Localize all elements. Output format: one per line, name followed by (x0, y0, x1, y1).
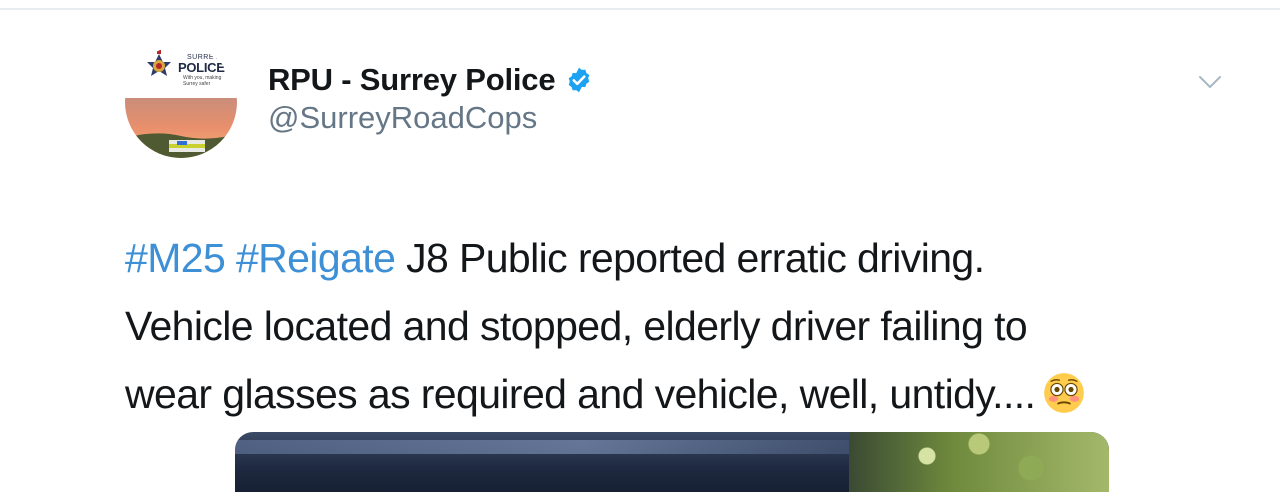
tweet-text-line-3-content: wear glasses as required and vehicle, we… (125, 371, 1036, 417)
author-display-name[interactable]: RPU - Surrey Police (268, 62, 556, 98)
hashtag-reigate[interactable]: #Reigate (236, 235, 396, 281)
tweet-media-photo[interactable] (235, 432, 1109, 492)
tweet-text-line-1-rest: J8 Public reported erratic driving. (395, 235, 985, 281)
verified-badge-icon (569, 67, 590, 93)
chevron-down-icon[interactable] (1196, 68, 1224, 96)
avatar[interactable]: SURREY POLICE With you, making Surrey sa… (125, 46, 237, 158)
hashtag-m25[interactable]: #M25 (125, 235, 226, 281)
avatar-text-slogan: With you, making Surrey safer (183, 75, 222, 87)
avatar-text-police: POLICE (178, 60, 225, 75)
tweet-text-line-1: #M25 #Reigate J8 Public reported erratic… (125, 224, 1205, 292)
tweet-text-line-3: wear glasses as required and vehicle, we… (125, 360, 1205, 428)
tweet-text-line-2: Vehicle located and stopped, elderly dri… (125, 303, 1028, 349)
flushed-face-emoji (1044, 373, 1085, 413)
media-photo-foliage (849, 432, 1109, 492)
tweet[interactable]: SURREY POLICE With you, making Surrey sa… (0, 10, 1280, 492)
tweet-text: #M25 #Reigate J8 Public reported erratic… (125, 224, 1205, 428)
author-handle[interactable]: @SurreyRoadCops (268, 100, 537, 136)
author-name-row[interactable]: RPU - Surrey Police (268, 60, 593, 100)
